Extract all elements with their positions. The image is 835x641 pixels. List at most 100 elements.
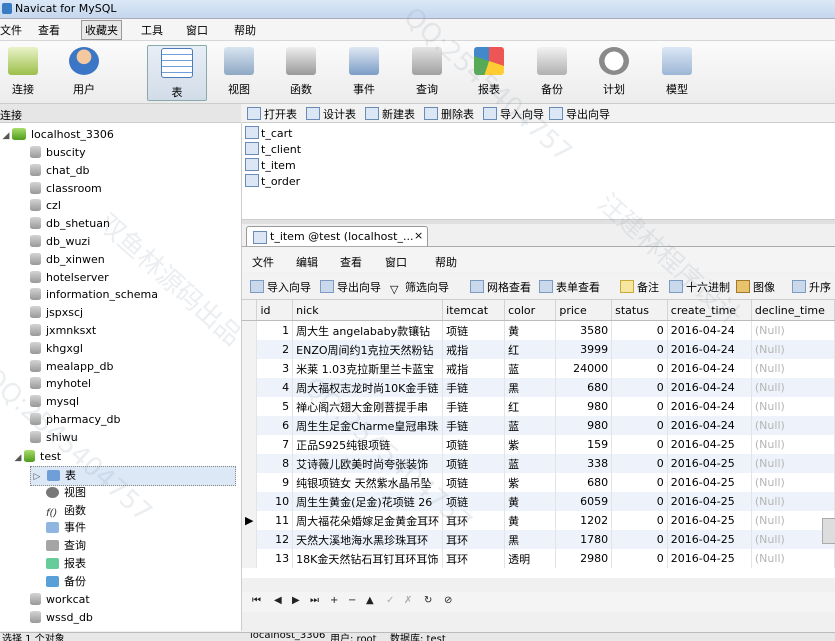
tree-child-item[interactable]: 视图 <box>46 484 86 502</box>
table-cell[interactable]: 13 <box>256 549 294 568</box>
tree-db-item[interactable]: buscity <box>30 144 86 162</box>
table-cell[interactable]: (Null) <box>751 416 835 435</box>
grid-import-button[interactable]: 导入向导 <box>250 279 311 295</box>
table-cell[interactable]: (Null) <box>751 340 835 359</box>
table-cell[interactable]: (Null) <box>751 473 835 492</box>
table-cell[interactable]: 周大生 angelababy款镶钻 <box>292 320 444 340</box>
table-cell[interactable]: 2016-04-24 <box>667 340 752 359</box>
table-cell[interactable]: 黑 <box>504 378 557 397</box>
tree-db-item[interactable]: workcat <box>30 591 90 609</box>
table-cell[interactable]: 红 <box>504 340 557 359</box>
toolbar-function-button[interactable]: 函数 <box>272 45 330 99</box>
table-cell[interactable]: 680 <box>555 473 613 492</box>
current-row-indicator-icon[interactable]: ▶ <box>242 511 258 530</box>
table-row[interactable]: 13 18K金天然钻石耳钉耳环耳饰 耳环 透明 2980 0 2016-04-25 (Null… <box>242 549 835 568</box>
toolbar-schedule-button[interactable]: 计划 <box>585 45 643 99</box>
object-table-item[interactable]: t_client <box>245 142 301 158</box>
table-cell[interactable]: 0 <box>611 492 668 511</box>
import-wizard-button[interactable]: 导入向导 <box>483 106 544 122</box>
add-record-button[interactable]: + <box>330 595 338 606</box>
table-cell[interactable]: 红 <box>504 397 557 416</box>
column-header[interactable]: price <box>555 300 613 321</box>
table-cell[interactable]: 周大福权志龙时尚10K金手链 <box>292 378 444 397</box>
toolbar-event-button[interactable]: 事件 <box>335 45 393 99</box>
collapse-icon[interactable]: ◢ <box>12 449 24 467</box>
export-wizard-button[interactable]: 导出向导 <box>549 106 610 122</box>
table-cell[interactable]: 6059 <box>555 492 613 511</box>
table-cell[interactable]: 黑 <box>504 530 557 549</box>
table-cell[interactable]: 禅心阁六翅大金刚菩提手串 <box>292 397 444 416</box>
table-row[interactable]: 3 米莱 1.03克拉斯里兰卡蓝宝 戒指蓝 24000 0 2016-04-24 (Null… <box>242 359 835 378</box>
table-row[interactable]: 9 纯银项链女 天然紫水晶吊坠 项链紫 680 0 2016-04-25 (Null) <box>242 473 835 492</box>
open-table-button[interactable]: 打开表 <box>247 106 297 122</box>
table-cell[interactable]: (Null) <box>751 435 835 454</box>
table-row[interactable]: 12 天然大溪地海水黑珍珠耳环 耳环黑 1780 0 2016-04-25 (Null) <box>242 530 835 549</box>
table-cell[interactable]: 9 <box>256 473 294 492</box>
table-cell[interactable]: 透明 <box>504 549 557 568</box>
table-row[interactable]: 2 ENZO周间约1克拉天然粉钻 戒指红 3999 0 2016-04-24 (Null) <box>242 340 835 359</box>
row-indicator[interactable] <box>242 359 258 378</box>
table-row[interactable]: 4 周大福权志龙时尚10K金手链 手链黑 680 0 2016-04-24 (Null) <box>242 378 835 397</box>
table-cell[interactable]: 3 <box>256 359 294 378</box>
table-cell[interactable]: 项链 <box>442 435 506 454</box>
table-cell[interactable]: 2016-04-24 <box>667 416 752 435</box>
table-cell[interactable]: 4 <box>256 378 294 397</box>
table-row[interactable]: 5 禅心阁六翅大金刚菩提手串 手链红 980 0 2016-04-24 (Null) <box>242 397 835 416</box>
tree-db-item[interactable]: mysql <box>30 393 79 411</box>
table-cell[interactable]: 2016-04-24 <box>667 397 752 416</box>
table-cell[interactable]: 0 <box>611 340 668 359</box>
table-cell[interactable]: (Null) <box>751 378 835 397</box>
table-cell[interactable]: 黄 <box>504 511 557 530</box>
toolbar-model-button[interactable]: 模型 <box>648 45 706 99</box>
tree-child-item[interactable]: 事件 <box>46 519 86 537</box>
table-cell[interactable]: 1202 <box>555 511 613 530</box>
table-cell[interactable]: (Null) <box>751 549 835 568</box>
menu-favorites[interactable]: 收藏夹 <box>81 20 122 40</box>
first-record-button[interactable]: ⏮ <box>252 595 261 606</box>
column-header[interactable]: status <box>611 300 668 321</box>
tree-db-item[interactable]: myhotel <box>30 375 91 393</box>
row-indicator[interactable] <box>242 454 258 473</box>
table-cell[interactable]: (Null) <box>751 320 835 340</box>
delete-record-button[interactable]: − <box>348 595 356 606</box>
object-table-item[interactable]: t_order <box>245 174 300 190</box>
menu-file[interactable]: 文件 <box>0 22 22 38</box>
table-cell[interactable]: 2016-04-25 <box>667 511 752 530</box>
object-table-item[interactable]: t_item <box>245 158 296 174</box>
table-cell[interactable]: 手链 <box>442 397 506 416</box>
tree-db-item[interactable]: jspxscj <box>30 304 83 322</box>
table-cell[interactable]: (Null) <box>751 359 835 378</box>
stop-button[interactable]: ⊘ <box>444 595 452 606</box>
toolbar-connect-button[interactable]: 连接 <box>0 45 52 99</box>
next-record-button[interactable]: ▶ <box>292 595 300 606</box>
table-cell[interactable]: 6 <box>256 416 294 435</box>
hex-button[interactable]: 十六进制 <box>669 279 730 295</box>
table-cell[interactable]: 戒指 <box>442 359 506 378</box>
table-cell[interactable]: 戒指 <box>442 340 506 359</box>
table-cell[interactable]: 紫 <box>504 435 557 454</box>
table-cell[interactable]: 艾诗薇儿欧美时尚夸张装饰 <box>292 454 444 473</box>
table-cell[interactable]: 耳环 <box>442 549 506 568</box>
table-cell[interactable]: 338 <box>555 454 613 473</box>
table-cell[interactable]: 0 <box>611 397 668 416</box>
column-header[interactable]: itemcat <box>442 300 506 321</box>
toolbar-backup-button[interactable]: 备份 <box>523 45 581 99</box>
table-cell[interactable]: 5 <box>256 397 294 416</box>
tree-db-item[interactable]: shiwu <box>30 429 78 447</box>
row-indicator[interactable] <box>242 320 258 340</box>
row-indicator[interactable] <box>242 530 258 549</box>
table-cell[interactable]: 项链 <box>442 492 506 511</box>
editor-menu-view[interactable]: 查看 <box>340 254 362 270</box>
sort-asc-button[interactable]: 升序 <box>792 279 831 295</box>
table-cell[interactable]: 周大福花朵婚嫁足金黄金耳环 <box>292 511 444 530</box>
table-cell[interactable]: 3580 <box>555 320 613 340</box>
table-cell[interactable]: 7 <box>256 435 294 454</box>
toolbar-report-button[interactable]: 报表 <box>460 45 518 99</box>
table-cell[interactable]: 项链 <box>442 473 506 492</box>
refresh-button[interactable]: ↻ <box>424 595 432 606</box>
table-cell[interactable]: 11 <box>256 511 294 530</box>
table-cell[interactable]: 8 <box>256 454 294 473</box>
table-cell[interactable]: 0 <box>611 454 668 473</box>
menu-help[interactable]: 帮助 <box>234 22 256 38</box>
tree-db-item[interactable]: db_shetuan <box>30 215 110 233</box>
